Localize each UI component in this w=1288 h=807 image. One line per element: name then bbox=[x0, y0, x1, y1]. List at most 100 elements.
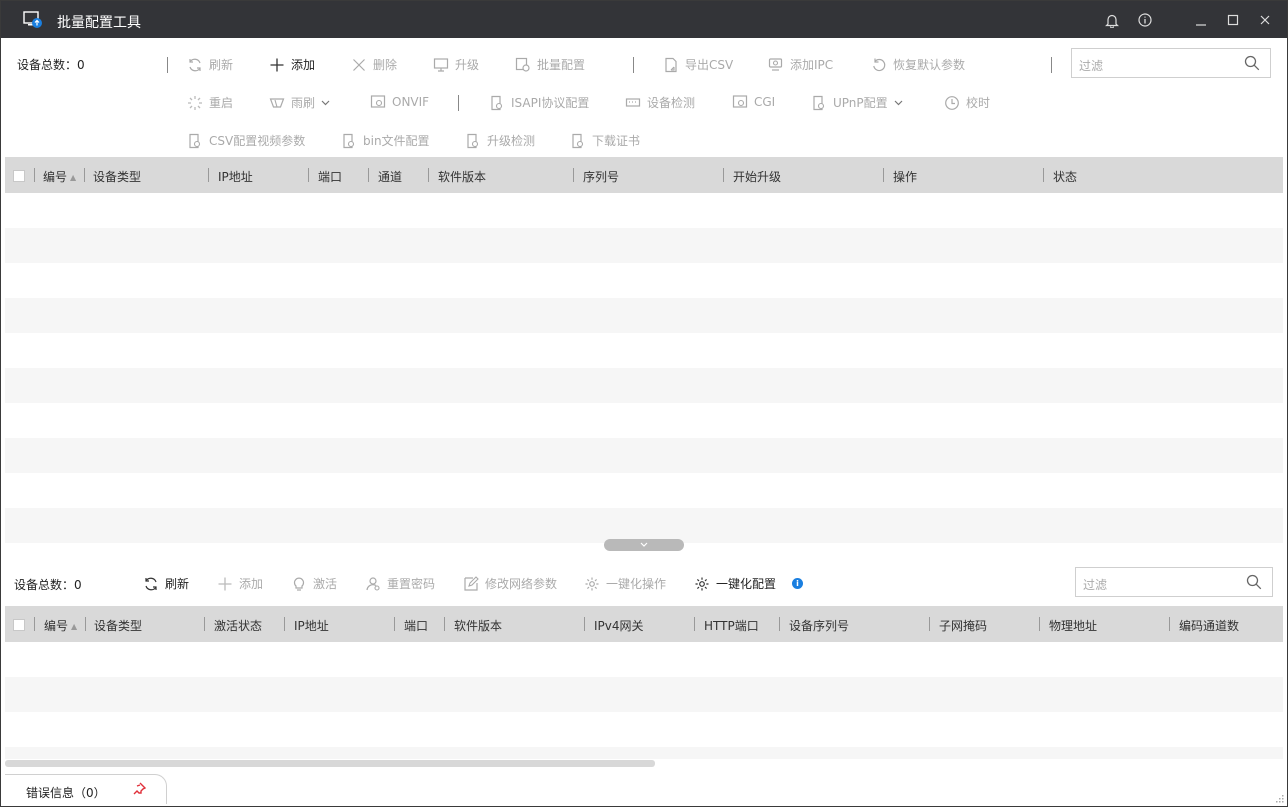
export-csv-button[interactable]: 导出CSV bbox=[663, 56, 733, 73]
toolbar-divider bbox=[458, 95, 459, 111]
lightbulb-icon bbox=[293, 577, 305, 591]
table-row bbox=[5, 333, 1283, 368]
top-toolbar: 设备总数：0 刷新 添加 删除 升级 批量配置 导出CSV 添加IPC 恢复默认… bbox=[5, 39, 1283, 157]
column-header-software-version[interactable]: 软件版本 bbox=[454, 617, 502, 634]
column-header-number[interactable]: 编号 ▲ bbox=[44, 617, 77, 634]
edit-icon bbox=[464, 575, 479, 591]
info-icon[interactable] bbox=[1135, 10, 1155, 30]
upgrade-check-button[interactable]: 升级检测 bbox=[465, 132, 535, 149]
pin-icon[interactable] bbox=[132, 782, 146, 796]
bin-file-config-button[interactable]: bin文件配置 bbox=[341, 132, 430, 149]
column-header-http-port[interactable]: HTTP端口 bbox=[704, 617, 759, 634]
sort-asc-icon: ▲ bbox=[70, 173, 77, 182]
cgi-button[interactable]: CGI bbox=[732, 94, 775, 110]
bottom-filter-input[interactable]: 过滤 bbox=[1075, 567, 1273, 597]
column-header-serial[interactable]: 序列号 bbox=[583, 168, 619, 185]
modify-network-button[interactable]: 修改网络参数 bbox=[463, 575, 557, 592]
undo-icon bbox=[873, 58, 886, 71]
wiper-icon bbox=[269, 97, 285, 108]
panel-splitter-handle[interactable] bbox=[604, 539, 684, 551]
select-all-checkbox[interactable] bbox=[13, 619, 25, 631]
table-row bbox=[5, 747, 1283, 759]
column-header-software-version[interactable]: 软件版本 bbox=[438, 168, 486, 185]
error-info-tab[interactable]: 错误信息（0） bbox=[5, 774, 167, 804]
table-row bbox=[5, 403, 1283, 438]
delete-button[interactable]: 删除 bbox=[351, 56, 397, 73]
column-header-number[interactable]: 编号 ▲ bbox=[43, 168, 76, 185]
column-header-ipv4-gateway[interactable]: IPv4网关 bbox=[594, 617, 644, 634]
gear-icon bbox=[585, 577, 599, 590]
column-header-port[interactable]: 端口 bbox=[404, 617, 428, 634]
table-row bbox=[5, 677, 1283, 712]
config-doc-icon bbox=[467, 133, 479, 148]
column-header-device-type[interactable]: 设备类型 bbox=[93, 168, 141, 185]
reset-password-button[interactable]: 重置密码 bbox=[365, 575, 435, 592]
time-sync-button[interactable]: 校时 bbox=[944, 94, 990, 111]
column-header-device-serial[interactable]: 设备序列号 bbox=[789, 617, 849, 634]
table-row bbox=[5, 193, 1283, 228]
select-all-checkbox[interactable] bbox=[13, 170, 25, 182]
upgrade-icon bbox=[433, 57, 449, 72]
one-click-operation-button[interactable]: 一键化操作 bbox=[584, 575, 666, 592]
column-header-device-type[interactable]: 设备类型 bbox=[94, 617, 142, 634]
add-button[interactable]: 添加 bbox=[269, 56, 315, 73]
column-header-status[interactable]: 状态 bbox=[1053, 168, 1077, 185]
top-table-header: 编号 ▲ 设备类型 IP地址 端口 通道 软件版本 序列号 开始升级 操作 状态 bbox=[5, 157, 1283, 193]
column-header-activation-status[interactable]: 激活状态 bbox=[214, 617, 262, 634]
top-filter-input[interactable]: 过滤 bbox=[1071, 48, 1271, 78]
chevron-down-icon bbox=[894, 100, 903, 105]
key-user-icon bbox=[366, 576, 380, 591]
app-logo-icon bbox=[23, 11, 43, 29]
column-header-encoding-channels[interactable]: 编码通道数 bbox=[1179, 617, 1239, 634]
restore-defaults-button[interactable]: 恢复默认参数 bbox=[871, 56, 965, 73]
batch-config-button[interactable]: 批量配置 bbox=[515, 56, 585, 73]
gear-icon bbox=[695, 577, 709, 590]
column-header-ip[interactable]: IP地址 bbox=[294, 617, 329, 634]
toolbar-divider bbox=[1051, 57, 1052, 73]
close-icon[interactable] bbox=[1255, 10, 1275, 30]
plus-icon bbox=[270, 58, 284, 71]
search-icon bbox=[1246, 574, 1262, 590]
refresh-button[interactable]: 刷新 bbox=[187, 56, 233, 73]
table-row bbox=[5, 508, 1283, 543]
device-detect-button[interactable]: 设备检测 bbox=[625, 94, 695, 111]
download-cert-button[interactable]: 下载证书 bbox=[570, 132, 640, 149]
minimize-icon[interactable] bbox=[1191, 10, 1211, 30]
add-ipc-button[interactable]: 添加IPC bbox=[768, 56, 833, 73]
table-row bbox=[5, 712, 1283, 747]
online-device-count-label: 设备总数：0 bbox=[14, 578, 82, 592]
table-row bbox=[5, 298, 1283, 333]
column-header-ip[interactable]: IP地址 bbox=[218, 168, 253, 185]
table-row bbox=[5, 228, 1283, 263]
info-badge-icon[interactable]: i bbox=[792, 578, 804, 589]
column-header-channel[interactable]: 通道 bbox=[378, 168, 402, 185]
wiper-button[interactable]: 雨刷 bbox=[269, 94, 330, 111]
spinner-icon bbox=[188, 95, 202, 110]
export-icon bbox=[665, 57, 677, 72]
csv-video-config-button[interactable]: CSV配置视频参数 bbox=[187, 132, 305, 149]
bell-icon[interactable] bbox=[1102, 10, 1122, 30]
horizontal-scrollbar[interactable] bbox=[5, 760, 655, 767]
column-header-mac[interactable]: 物理地址 bbox=[1049, 617, 1097, 634]
one-click-config-button[interactable]: 一键化配置 i bbox=[694, 575, 804, 592]
toolbar-divider bbox=[633, 57, 634, 73]
table-row bbox=[5, 368, 1283, 403]
column-header-subnet-mask[interactable]: 子网掩码 bbox=[939, 617, 987, 634]
onvif-button[interactable]: ONVIF bbox=[370, 94, 429, 110]
camera-icon bbox=[768, 57, 783, 71]
column-header-port[interactable]: 端口 bbox=[318, 168, 342, 185]
column-header-operation[interactable]: 操作 bbox=[893, 168, 917, 185]
isapi-config-button[interactable]: ISAPI协议配置 bbox=[489, 94, 589, 111]
bottom-add-button[interactable]: 添加 bbox=[217, 575, 263, 592]
onvif-icon bbox=[370, 95, 386, 108]
maximize-icon[interactable] bbox=[1223, 10, 1243, 30]
bottom-refresh-button[interactable]: 刷新 bbox=[143, 575, 189, 592]
upgrade-button[interactable]: 升级 bbox=[433, 56, 479, 73]
column-header-start-upgrade[interactable]: 开始升级 bbox=[733, 168, 781, 185]
upnp-config-button[interactable]: UPnP配置 bbox=[811, 94, 903, 111]
activate-button[interactable]: 激活 bbox=[291, 575, 337, 592]
app-window: 批量配置工具 设备总数：0 刷新 添加 删除 升级 批量配置 导出CSV 添加I… bbox=[0, 0, 1288, 807]
reboot-button[interactable]: 重启 bbox=[187, 94, 233, 111]
table-row bbox=[5, 438, 1283, 473]
resize-grip-icon[interactable] bbox=[1274, 793, 1284, 803]
